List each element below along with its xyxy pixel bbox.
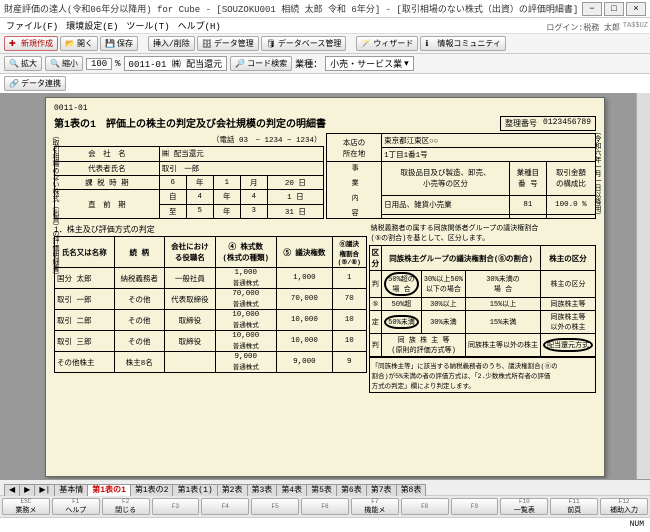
sheet-tab[interactable]: 第2表 bbox=[217, 484, 248, 496]
sheet-tab[interactable]: 第3表 bbox=[247, 484, 278, 496]
company-table: （電話 03 − 1234 − 1234） 会 社 名㈱ 配当還元 代表者氏名取… bbox=[54, 133, 324, 219]
tab-nav[interactable]: ◀ bbox=[4, 484, 20, 496]
community-button[interactable]: ℹ情報コミュニティ bbox=[420, 36, 506, 51]
sheet-tab[interactable]: 第1表の1 bbox=[87, 484, 131, 496]
table-row[interactable]: 取引 一郎その他代表取締役70,000普通株式70,00070 bbox=[55, 289, 367, 310]
page-sidebar-left: （取引相場のない株式（出資）の評価明細書） bbox=[48, 130, 60, 281]
table-row[interactable]: その他株主株主8名9,000普通株式9,0009 bbox=[55, 352, 367, 373]
fkey-f7[interactable]: F7機能メ bbox=[351, 498, 399, 515]
judgment-grid: 区 分同族株主グループの議決権割合(⑥の割合)株主の区分 判50%超の 場 合3… bbox=[369, 245, 596, 357]
function-keys: ESC業務メF1ヘルプF2閉じるF3F4F5F6F7機能メF8F9F10一覧表F… bbox=[0, 495, 650, 517]
fkey-f1[interactable]: F1ヘルプ bbox=[52, 498, 100, 515]
menu-help[interactable]: ヘルプ(H) bbox=[178, 19, 221, 32]
brand-logo: TA$$UZ bbox=[623, 22, 648, 30]
menu-env[interactable]: 環境設定(E) bbox=[66, 19, 118, 32]
code-field[interactable]: 0011-01 ㈱ 配当還元 bbox=[124, 56, 228, 71]
chevron-down-icon: ▾ bbox=[404, 59, 409, 69]
company-name[interactable]: ㈱ 配当還元 bbox=[159, 147, 323, 161]
reg-no: 0123456789 bbox=[543, 118, 591, 129]
section1-title: 1．株主及び評価方式の判定 bbox=[54, 224, 367, 235]
reg-label: 整理番号 bbox=[505, 118, 537, 129]
table-row[interactable]: 取引 二郎その他取締役10,000普通株式10,00010 bbox=[55, 310, 367, 331]
tab-nav[interactable]: ▶| bbox=[34, 484, 55, 496]
sheet-tab[interactable]: 第4表 bbox=[276, 484, 307, 496]
fkey-f4[interactable]: F4 bbox=[201, 498, 249, 515]
db-manage-button[interactable]: 🛢データベース管理 bbox=[261, 36, 347, 51]
info-icon: ℹ bbox=[425, 39, 435, 49]
fkey-f2[interactable]: F2閉じる bbox=[102, 498, 150, 515]
fkey-f3[interactable]: F3 bbox=[152, 498, 200, 515]
fkey-esc[interactable]: ESC業務メ bbox=[2, 498, 50, 515]
fkey-f9[interactable]: F9 bbox=[451, 498, 499, 515]
fkey-f8[interactable]: F8 bbox=[401, 498, 449, 515]
table-row: 判同 族 株 主 等 (原則的評価方式等)同族株主等以外の株主配当還元方式 bbox=[369, 334, 595, 357]
wizard-icon: 🪄 bbox=[361, 39, 371, 49]
titlebar: 財産評価の達人(令和06年分以降用) for Cube - [SOUZOKU00… bbox=[0, 0, 650, 18]
fkey-f10[interactable]: F10一覧表 bbox=[500, 498, 548, 515]
wizard-button[interactable]: 🪄ウィザード bbox=[356, 36, 418, 51]
footnote: 「同族株主等」に該当する納税義務者のうち、議決権割合(⑥の 割合)が5%未満の者… bbox=[369, 357, 596, 393]
sheet-tab[interactable]: 第1表の2 bbox=[130, 484, 174, 496]
minimize-button[interactable]: − bbox=[582, 2, 602, 16]
maximize-button[interactable]: □ bbox=[604, 2, 624, 16]
window-title: 財産評価の達人(令和06年分以降用) for Cube - [SOUZOKU00… bbox=[4, 2, 578, 15]
location-table: 本店の 所在地東京都江東区○○ 1丁目1番1号 事 業 内 容取扱品目及び製造、… bbox=[326, 133, 596, 219]
page-title: 第1表の1 評価上の株主の判定及び会社規模の判定の明細書 bbox=[54, 115, 326, 131]
zoom-value[interactable]: 100 bbox=[86, 58, 112, 70]
new-icon: ✚ bbox=[9, 39, 19, 49]
tab-nav[interactable]: ▶ bbox=[19, 484, 35, 496]
menu-file[interactable]: ファイル(F) bbox=[6, 19, 58, 32]
open-icon: 📂 bbox=[65, 39, 75, 49]
sheet-tab[interactable]: 基本情 bbox=[54, 484, 88, 496]
status-bar: NUM bbox=[0, 517, 650, 531]
sheet-tab[interactable]: 第5表 bbox=[306, 484, 337, 496]
datalink-button[interactable]: 🔗データ連携 bbox=[4, 76, 66, 91]
sheet-tab[interactable]: 第7表 bbox=[366, 484, 397, 496]
biztype-label: 業種： bbox=[295, 57, 322, 70]
fkey-f6[interactable]: F6 bbox=[301, 498, 349, 515]
data-manage-button[interactable]: 🗄データ管理 bbox=[197, 36, 259, 51]
sheet-tabs: ◀▶▶| 基本情第1表の1第1表の2第1表(1)第2表第3表第4表第5表第6表第… bbox=[0, 479, 650, 495]
save-button[interactable]: 💾保存 bbox=[100, 36, 138, 51]
table-row: 判50%超の 場 合30%以上50% 以下の場合30%未満の 場 合株主の区分 bbox=[369, 271, 595, 298]
biztype-dropdown[interactable]: 小売・サービス業▾ bbox=[325, 56, 414, 71]
sheet-tab[interactable]: 第1表(1) bbox=[172, 484, 217, 496]
login-label: ログイン:税務 太郎 bbox=[546, 22, 620, 33]
new-button[interactable]: ✚新規作成 bbox=[4, 36, 58, 51]
sheet-tab[interactable]: 第8表 bbox=[396, 484, 427, 496]
fkey-f5[interactable]: F5 bbox=[251, 498, 299, 515]
shareholders-table: 氏名又は名称続 柄会社におけ る役職名 ④ 株式数 (株式の種類)⑤ 議決権数⑥… bbox=[54, 236, 367, 373]
zoom-out-button[interactable]: 🔍縮小 bbox=[45, 56, 83, 71]
menu-tool[interactable]: ツール(T) bbox=[126, 19, 169, 32]
scrollbar-vertical[interactable] bbox=[636, 93, 650, 479]
note-text: 納税義務者の属する同族関係者グループの議決権割合(⑤の割合)を基として、区分しま… bbox=[369, 221, 596, 245]
toolbar: ✚新規作成 📂開く 💾保存 挿入/削除 🗄データ管理 🛢データベース管理 🪄ウィ… bbox=[0, 34, 650, 54]
datalink-row: 🔗データ連携 bbox=[0, 74, 650, 93]
form-page: （取引相場のない株式（出資）の評価明細書） （令和六年一月一日以降用） 0011… bbox=[45, 97, 605, 477]
table-row: ⑤50%超30%以上15%以上同族株主等 bbox=[369, 298, 595, 311]
fkey-f12[interactable]: F12補助入力 bbox=[600, 498, 648, 515]
save-icon: 💾 bbox=[105, 39, 115, 49]
insert-delete-button[interactable]: 挿入/削除 bbox=[148, 36, 195, 51]
workspace: （取引相場のない株式（出資）の評価明細書） （令和六年一月一日以降用） 0011… bbox=[0, 93, 650, 479]
table-row: 定50%未満30%未満15%未満同族株主等 以外の株主 bbox=[369, 311, 595, 334]
page-sidebar-right: （令和六年一月一日以降用） bbox=[590, 126, 602, 221]
code-search-button[interactable]: 🔎コード検索 bbox=[230, 56, 292, 71]
sheet-tab[interactable]: 第6表 bbox=[336, 484, 367, 496]
fkey-f11[interactable]: F11前頁 bbox=[550, 498, 598, 515]
rep-name[interactable]: 取引 一郎 bbox=[159, 161, 323, 175]
toolbar-secondary: 🔍拡大 🔍縮小 100% 0011-01 ㈱ 配当還元 🔎コード検索 業種： 小… bbox=[0, 54, 650, 74]
close-button[interactable]: × bbox=[626, 2, 646, 16]
data-icon: 🗄 bbox=[202, 39, 212, 49]
table-row[interactable]: 国分 太郎納税義務者一般社員1,000普通株式1,0001 bbox=[55, 268, 367, 289]
page-code: 0011-01 bbox=[54, 104, 596, 113]
db-icon: 🛢 bbox=[266, 39, 276, 49]
open-button[interactable]: 📂開く bbox=[60, 36, 98, 51]
table-row[interactable]: 取引 三郎その他取締役10,000普通株式10,00010 bbox=[55, 331, 367, 352]
zoom-in-button[interactable]: 🔍拡大 bbox=[4, 56, 42, 71]
